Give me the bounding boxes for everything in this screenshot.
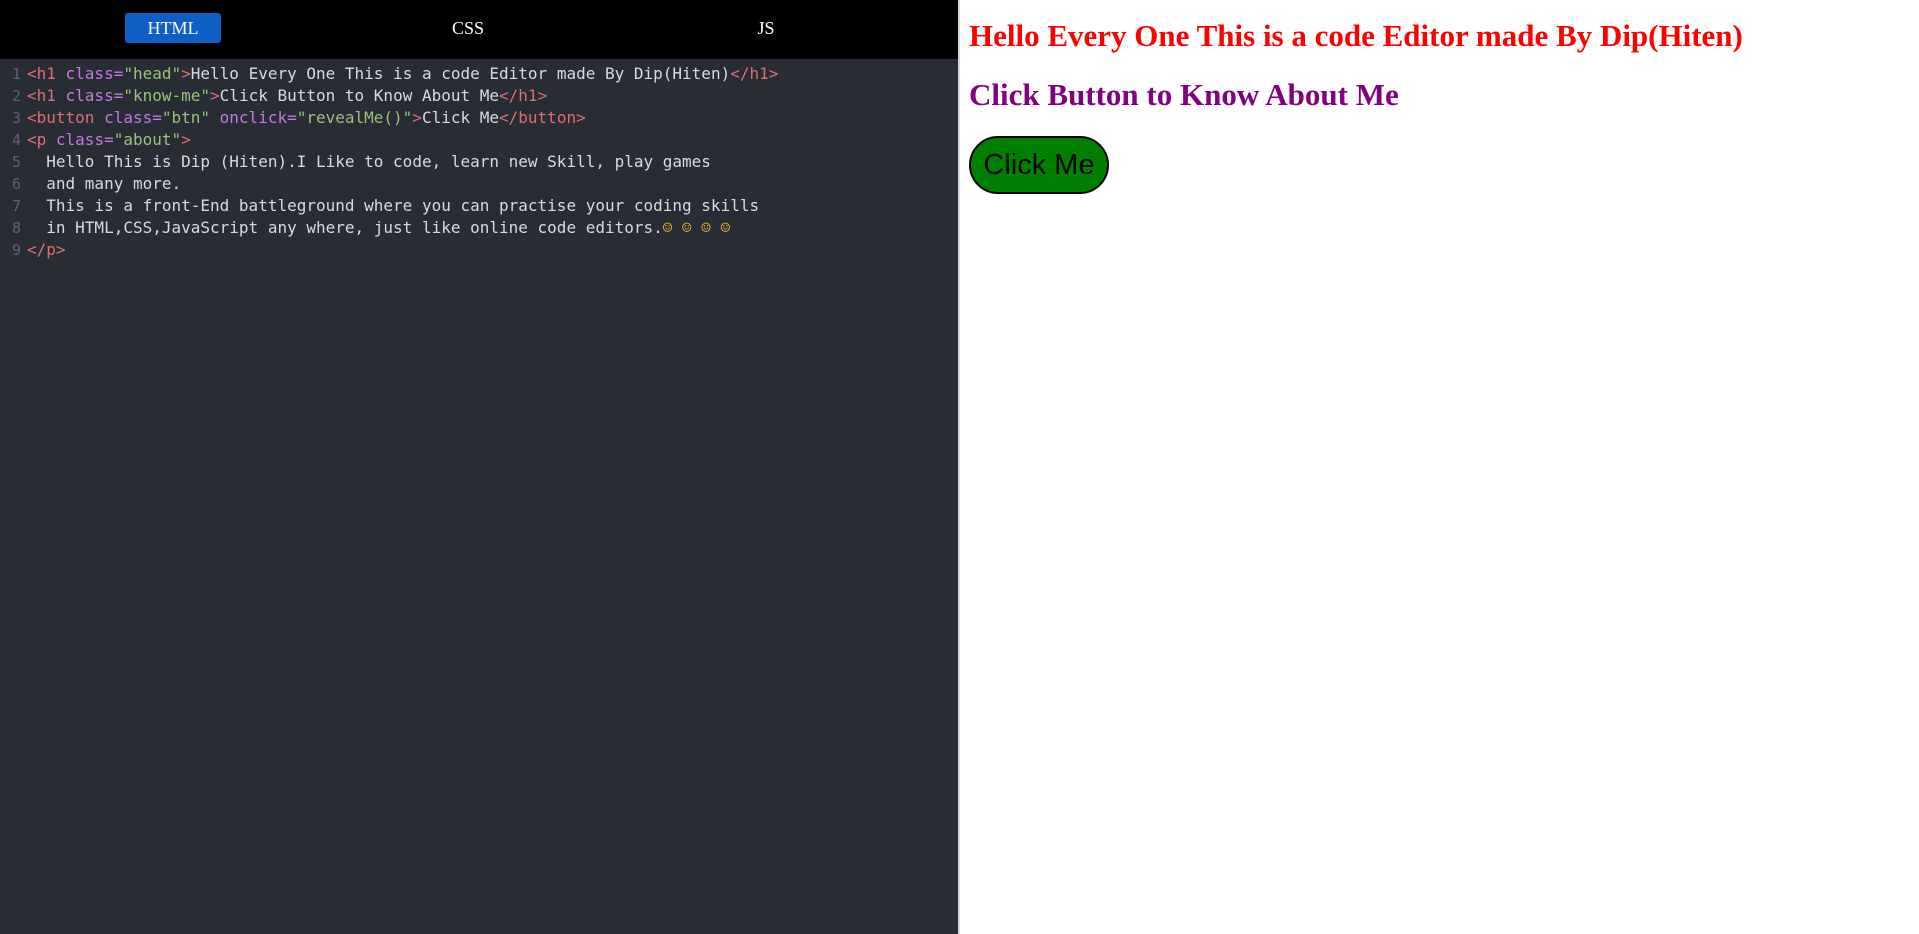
code-token-attr: class=: [55, 130, 114, 149]
code-token-attr: onclick=: [219, 108, 297, 127]
code-text: in HTML,CSS,JavaScript any where, just l…: [27, 217, 730, 239]
code-token-attr: class=: [65, 64, 124, 83]
code-text: Hello This is Dip (Hiten).I Like to code…: [27, 151, 711, 173]
code-editor[interactable]: 1 <h1 class="head">Hello Every One This i…: [0, 59, 958, 934]
code-token-attr: class=: [65, 86, 124, 105]
code-token-txt: and many more.: [27, 174, 182, 193]
code-token-tag: >: [210, 86, 220, 105]
code-token-tag: <button: [27, 108, 105, 127]
code-token-tag: >: [181, 64, 191, 83]
code-token-str: "btn": [161, 108, 220, 127]
tab-html[interactable]: HTML: [125, 13, 221, 43]
code-token-tag: </p>: [27, 240, 66, 259]
code-line[interactable]: 3 <button class="btn" onclick="revealMe()…: [0, 107, 958, 129]
code-token-str: "about": [113, 130, 182, 149]
code-token-tag: >: [181, 130, 191, 149]
editor-pane: HTML CSS JS 1 <h1 class="head">Hello Ever…: [0, 0, 958, 934]
code-token-txt: in HTML,CSS,JavaScript any where, just l…: [27, 218, 663, 237]
code-text: </p>: [27, 239, 66, 261]
tab-css[interactable]: CSS: [420, 13, 516, 43]
code-token-tag: </h1>: [730, 64, 779, 83]
code-token-str: "revealMe()": [296, 108, 413, 127]
app-window: HTML CSS JS 1 <h1 class="head">Hello Ever…: [0, 0, 1919, 934]
code-text: <h1 class="head">Hello Every One This is…: [27, 63, 778, 85]
line-number: 6: [11, 175, 21, 193]
code-line[interactable]: 1 <h1 class="head">Hello Every One This i…: [0, 63, 958, 85]
code-token-attr: class=: [104, 108, 162, 127]
tab-js[interactable]: JS: [718, 13, 814, 43]
code-token-tag: <h1: [27, 64, 66, 83]
code-token-tag: </h1>: [499, 86, 548, 105]
code-token-tag: </button>: [499, 108, 586, 127]
line-number: 4: [11, 131, 21, 149]
click-me-button[interactable]: Click Me: [969, 136, 1109, 194]
code-text: <p class="about">: [27, 129, 191, 151]
line-number: 7: [11, 197, 21, 215]
code-token-txt: Hello Every One This is a code Editor ma…: [190, 64, 731, 83]
preview-pane: Hello Every One This is a code Editor ma…: [960, 0, 1919, 934]
code-token-txt: Click Button to Know About Me: [219, 86, 500, 105]
preview-know-me-heading: Click Button to Know About Me: [969, 77, 1399, 112]
code-text: <button class="btn" onclick="revealMe()"…: [27, 107, 586, 129]
code-text: and many more.: [27, 173, 181, 195]
code-line[interactable]: 5 Hello This is Dip (Hiten).I Like to co…: [0, 151, 958, 173]
code-line[interactable]: 7 This is a front-End battleground where…: [0, 195, 958, 217]
code-token-emoji: ☺ ☺ ☺ ☺: [662, 218, 731, 237]
code-token-tag: <h1: [27, 86, 66, 105]
line-number: 3: [11, 109, 21, 127]
line-number: 8: [11, 219, 21, 237]
code-line[interactable]: 4 <p class="about">: [0, 129, 958, 151]
code-token-txt: This is a front-End battleground where y…: [27, 196, 760, 215]
code-token-tag: <p: [27, 130, 56, 149]
line-number: 1: [11, 65, 21, 83]
line-number: 5: [11, 153, 21, 171]
line-number: 2: [11, 87, 21, 105]
code-token-str: "know-me": [123, 86, 211, 105]
tab-bar: HTML CSS JS: [0, 0, 958, 59]
code-token-tag: >: [412, 108, 422, 127]
code-text: This is a front-End battleground where y…: [27, 195, 759, 217]
code-text: <h1 class="know-me">Click Button to Know…: [27, 85, 547, 107]
preview-heading: Hello Every One This is a code Editor ma…: [969, 18, 1743, 53]
line-number: 9: [11, 241, 21, 259]
code-line[interactable]: 8 in HTML,CSS,JavaScript any where, just…: [0, 217, 958, 239]
code-token-str: "head": [123, 64, 182, 83]
code-token-txt: Hello This is Dip (Hiten).I Like to code…: [27, 152, 711, 171]
code-line[interactable]: 2 <h1 class="know-me">Click Button to Kno…: [0, 85, 958, 107]
code-token-txt: Click Me: [421, 108, 500, 127]
code-line[interactable]: 9 </p>: [0, 239, 958, 261]
code-line[interactable]: 6 and many more.: [0, 173, 958, 195]
